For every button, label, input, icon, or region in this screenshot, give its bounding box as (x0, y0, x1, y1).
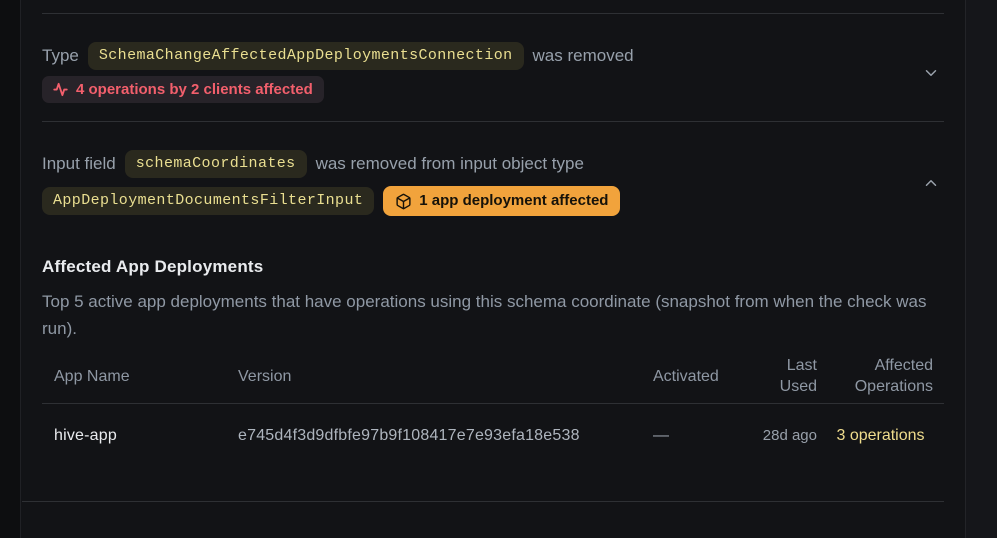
page: Type SchemaChangeAffectedAppDeploymentsC… (0, 0, 997, 538)
chevron-down-icon (922, 64, 940, 82)
change-badges-line: 4 operations by 2 clients affected (42, 76, 634, 103)
affected-deployments-table: App Name Version Activated Last Used Aff… (42, 349, 944, 467)
panel-title: Affected App Deployments (42, 257, 944, 277)
change-prefix: Type (42, 46, 79, 66)
next-change-divider (22, 501, 944, 502)
right-gutter (965, 0, 997, 538)
change-prefix: Input field (42, 154, 116, 174)
change-badges-line: AppDeploymentDocumentsFilterInput 1 app … (42, 186, 620, 216)
change-suffix: was removed from input object type (316, 154, 584, 174)
column-header-last-used: Last Used (753, 355, 817, 397)
chevron-up-icon (922, 174, 940, 192)
usage-affected-label: 4 operations by 2 clients affected (76, 81, 313, 98)
change-toggle-row[interactable]: Type SchemaChangeAffectedAppDeploymentsC… (42, 42, 944, 103)
cell-activated: — (653, 425, 753, 446)
column-header-app-name: App Name (42, 366, 238, 387)
left-gutter (0, 0, 21, 538)
change-description-line: Input field schemaCoordinates was remove… (42, 150, 620, 178)
table-row: hive-app e745d4f3d9dfbfe97b9f108417e7e93… (42, 404, 944, 467)
code-chip-input-type-name: AppDeploymentDocumentsFilterInput (42, 187, 374, 215)
code-chip-type-name: SchemaChangeAffectedAppDeploymentsConnec… (88, 42, 524, 70)
package-icon (395, 193, 412, 210)
expand-change-button[interactable] (919, 61, 943, 85)
cell-version: e745d4f3d9dfbfe97b9f108417e7e93efa18e538 (238, 425, 653, 446)
table-header-row: App Name Version Activated Last Used Aff… (42, 349, 944, 404)
cell-app-name: hive-app (42, 425, 238, 446)
code-chip-field-name: schemaCoordinates (125, 150, 307, 178)
change-item-input-field-removed: Input field schemaCoordinates was remove… (42, 121, 944, 467)
usage-affected-badge: 4 operations by 2 clients affected (42, 76, 324, 103)
column-header-affected-operations: Affected Operations (817, 355, 944, 397)
change-text-block: Input field schemaCoordinates was remove… (42, 150, 620, 216)
app-deployment-affected-badge: 1 app deployment affected (383, 186, 620, 216)
pulse-icon (53, 82, 68, 97)
cell-last-used: 28d ago (753, 425, 817, 446)
cell-affected-operations: 3 operations (817, 425, 944, 446)
schema-changes-list: Type SchemaChangeAffectedAppDeploymentsC… (21, 0, 965, 538)
change-description-line: Type SchemaChangeAffectedAppDeploymentsC… (42, 42, 634, 70)
affected-operations-link[interactable]: 3 operations (836, 425, 924, 446)
app-deployment-affected-label: 1 app deployment affected (419, 192, 608, 210)
panel-description: Top 5 active app deployments that have o… (42, 288, 942, 342)
change-suffix: was removed (533, 46, 634, 66)
column-header-version: Version (238, 366, 653, 387)
collapse-change-button[interactable] (919, 171, 943, 195)
affected-app-deployments-panel: Affected App Deployments Top 5 active ap… (42, 257, 944, 467)
change-item-type-removed: Type SchemaChangeAffectedAppDeploymentsC… (42, 13, 944, 121)
column-header-activated: Activated (653, 366, 753, 387)
change-toggle-row[interactable]: Input field schemaCoordinates was remove… (42, 150, 944, 216)
change-text-block: Type SchemaChangeAffectedAppDeploymentsC… (42, 42, 634, 103)
